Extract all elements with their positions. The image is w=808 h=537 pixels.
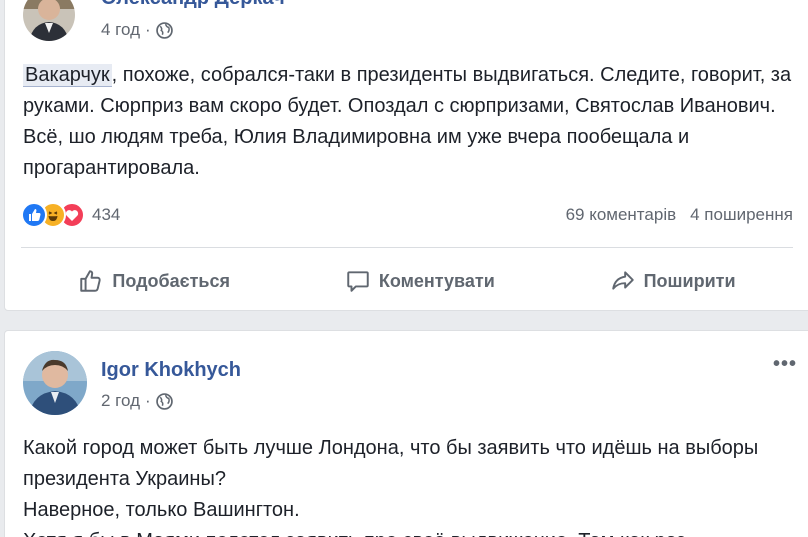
post-body: , похоже, собрался-таки в президенты выд… <box>23 64 792 179</box>
post-line: Наверное, только Вашингтон. <box>23 499 300 521</box>
globe-icon[interactable] <box>155 392 173 410</box>
comments-count-link[interactable]: 69 коментарів <box>566 205 677 225</box>
post-stats: 69 коментарів 4 поширення <box>566 205 793 225</box>
mention-link[interactable]: Вакарчук <box>23 64 112 87</box>
post-meta: 4 год · <box>101 20 173 40</box>
globe-icon[interactable] <box>155 21 173 39</box>
author-avatar[interactable] <box>23 0 75 41</box>
divider <box>21 247 793 248</box>
reactions-summary[interactable]: 434 <box>21 202 120 228</box>
share-button[interactable]: Поширити <box>610 261 736 301</box>
like-label: Подобається <box>112 270 230 291</box>
comment-label: Коментувати <box>378 270 495 291</box>
post-text: Какой город может быть лучше Лондона, чт… <box>23 433 783 537</box>
author-avatar[interactable] <box>23 351 87 415</box>
more-options-icon[interactable]: ••• <box>773 353 797 376</box>
shares-count-link[interactable]: 4 поширення <box>690 205 793 225</box>
share-label: Поширити <box>643 270 736 291</box>
author-name[interactable]: Igor Khokhych <box>101 359 241 382</box>
like-button[interactable]: Подобається <box>78 261 230 301</box>
post-meta: 2 год · <box>101 391 173 411</box>
post-line: Хотя я бы в Маями полетел заявить про св… <box>23 526 783 537</box>
share-icon <box>611 271 634 290</box>
reactions-count: 434 <box>92 205 121 224</box>
meta-separator: · <box>145 20 151 39</box>
post-line: Какой город может быть лучше Лондона, чт… <box>23 437 759 490</box>
post-time[interactable]: 4 год <box>101 20 140 40</box>
comment-icon <box>347 271 369 292</box>
like-reaction-icon <box>21 202 47 228</box>
meta-separator: · <box>145 391 151 410</box>
comment-button[interactable]: Коментувати <box>345 261 495 301</box>
post-actions: Подобається Коментувати Поширити <box>21 261 793 301</box>
post-time[interactable]: 2 год <box>101 391 140 411</box>
author-name[interactable]: Олександр Деркач <box>101 0 285 10</box>
post-card: Igor Khokhych 2 год · ••• Какой город мо… <box>4 330 808 537</box>
post-card: Олександр Деркач 4 год · Вакарчук, похож… <box>4 0 808 311</box>
post-text: Вакарчук, похоже, собрался-таки в презид… <box>23 60 797 184</box>
thumbs-up-icon <box>80 270 102 292</box>
